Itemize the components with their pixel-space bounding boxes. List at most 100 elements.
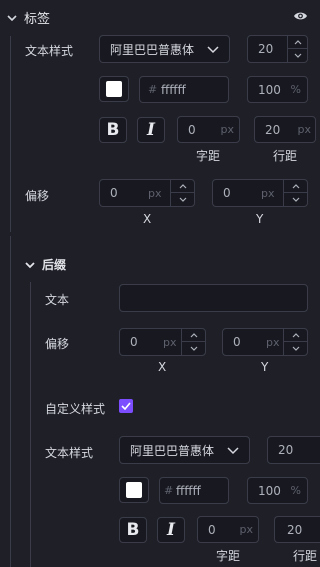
subsection-guide-line	[30, 282, 31, 567]
italic-glyph: I	[167, 520, 175, 540]
hash-symbol: #	[148, 83, 158, 96]
chevron-up-icon	[190, 332, 197, 337]
bold-button[interactable]: B	[99, 117, 127, 143]
suffix-text-input[interactable]	[119, 284, 308, 312]
offset-x-unit: px	[163, 335, 177, 349]
italic-glyph: I	[147, 120, 155, 140]
font-size-value: 20	[278, 443, 294, 457]
offset-x-value: 0	[130, 335, 138, 349]
line-height-unit: px	[297, 123, 312, 136]
bold-glyph: B	[126, 520, 140, 540]
chevron-up-icon	[292, 183, 299, 188]
chevron-up-icon	[292, 332, 299, 337]
suffix-bold-button[interactable]: B	[119, 517, 147, 543]
offset-y-value: 0	[223, 186, 231, 200]
offset-y-input[interactable]: 0 px	[212, 179, 308, 207]
section-title: 后缀	[42, 258, 67, 272]
suffix-offset-label: 偏移	[45, 337, 70, 351]
offset-x-caption: X	[143, 212, 152, 226]
letter-spacing-unit: px	[239, 523, 254, 536]
chevron-down-icon	[292, 346, 299, 351]
chevron-down-icon[interactable]	[24, 259, 36, 271]
color-swatch[interactable]	[99, 76, 129, 102]
opacity-unit: %	[290, 484, 301, 497]
bold-glyph: B	[106, 120, 120, 140]
line-height-input[interactable]: 20 px	[254, 116, 316, 143]
stepper-up-button[interactable]	[171, 180, 194, 193]
letter-spacing-value: 0	[188, 122, 196, 137]
suffix-offset-x-input[interactable]: 0 px	[119, 328, 206, 356]
chevron-down-icon	[294, 53, 301, 58]
suffix-line-height-input[interactable]: 20	[274, 516, 320, 543]
suffix-letter-spacing-input[interactable]: 0 px	[197, 516, 259, 543]
eye-icon[interactable]	[293, 10, 308, 22]
font-family-select[interactable]: 阿里巴巴普惠体	[99, 35, 230, 63]
suffix-text-style-label: 文本样式	[45, 446, 94, 460]
stepper-controls	[283, 180, 307, 206]
line-height-value: 20	[287, 522, 303, 537]
chevron-down-icon	[292, 197, 299, 202]
font-size-stepper[interactable]: 20	[247, 35, 308, 63]
letter-spacing-caption: 字距	[216, 549, 241, 563]
stepper-up-button[interactable]	[288, 36, 307, 49]
letter-spacing-input[interactable]: 0 px	[177, 116, 240, 143]
stepper-up-button[interactable]	[182, 329, 205, 342]
offset-y-caption: Y	[261, 360, 269, 374]
line-height-value: 20	[265, 122, 281, 137]
subsection-guide-line	[10, 236, 11, 567]
opacity-value: 100	[258, 82, 281, 97]
suffix-font-family-select[interactable]: 阿里巴巴普惠体	[119, 436, 250, 464]
color-hex-value: ffffff	[176, 483, 201, 498]
offset-y-unit: px	[261, 186, 275, 200]
check-icon	[121, 402, 131, 410]
suffix-color-hex-input[interactable]: # ffffff	[159, 477, 229, 504]
chevron-down-icon[interactable]	[6, 12, 18, 24]
offset-x-value: 0	[110, 186, 118, 200]
stepper-controls	[170, 180, 194, 206]
stepper-down-button[interactable]	[284, 342, 307, 355]
section-guide-line	[10, 36, 11, 232]
font-family-value: 阿里巴巴普惠体	[110, 42, 195, 57]
stepper-up-button[interactable]	[284, 329, 307, 342]
opacity-input[interactable]: 100 %	[247, 76, 308, 103]
label-section-header[interactable]: 标签	[6, 8, 50, 27]
offset-y-caption: Y	[256, 212, 264, 226]
stepper-down-button[interactable]	[284, 193, 307, 206]
font-size-value: 20	[258, 42, 274, 56]
italic-button[interactable]: I	[137, 117, 165, 143]
stepper-up-button[interactable]	[284, 180, 307, 193]
line-height-caption: 行距	[293, 549, 318, 563]
custom-style-label: 自定义样式	[45, 402, 106, 416]
stepper-down-button[interactable]	[288, 49, 307, 62]
chevron-down-icon	[190, 346, 197, 351]
color-fill	[106, 81, 122, 97]
stepper-down-button[interactable]	[171, 193, 194, 206]
offset-x-unit: px	[148, 186, 162, 200]
stepper-down-button[interactable]	[182, 342, 205, 355]
stepper-controls	[181, 329, 205, 355]
font-family-value: 阿里巴巴普惠体	[130, 443, 215, 458]
opacity-value: 100	[258, 483, 281, 498]
chevron-down-icon	[227, 447, 239, 455]
suffix-text-label: 文本	[45, 293, 70, 307]
suffix-font-size-stepper[interactable]: 20	[267, 436, 320, 464]
chevron-up-icon	[294, 39, 301, 44]
section-title: 标签	[24, 12, 51, 27]
offset-label: 偏移	[25, 189, 50, 203]
color-hex-input[interactable]: # ffffff	[139, 76, 229, 103]
offset-y-unit: px	[266, 335, 280, 349]
offset-x-input[interactable]: 0 px	[99, 179, 195, 207]
chevron-up-icon	[179, 183, 186, 188]
letter-spacing-unit: px	[220, 123, 235, 136]
color-fill	[126, 482, 142, 498]
suffix-color-swatch[interactable]	[119, 477, 149, 503]
suffix-italic-button[interactable]: I	[157, 517, 185, 543]
suffix-section-header[interactable]: 后缀	[24, 256, 66, 273]
offset-y-value: 0	[233, 335, 241, 349]
chevron-down-icon	[179, 197, 186, 202]
letter-spacing-value: 0	[208, 522, 216, 537]
suffix-opacity-input[interactable]: 100 %	[247, 477, 308, 504]
opacity-unit: %	[290, 83, 301, 96]
custom-style-checkbox[interactable]	[119, 399, 133, 413]
suffix-offset-y-input[interactable]: 0 px	[222, 328, 308, 356]
